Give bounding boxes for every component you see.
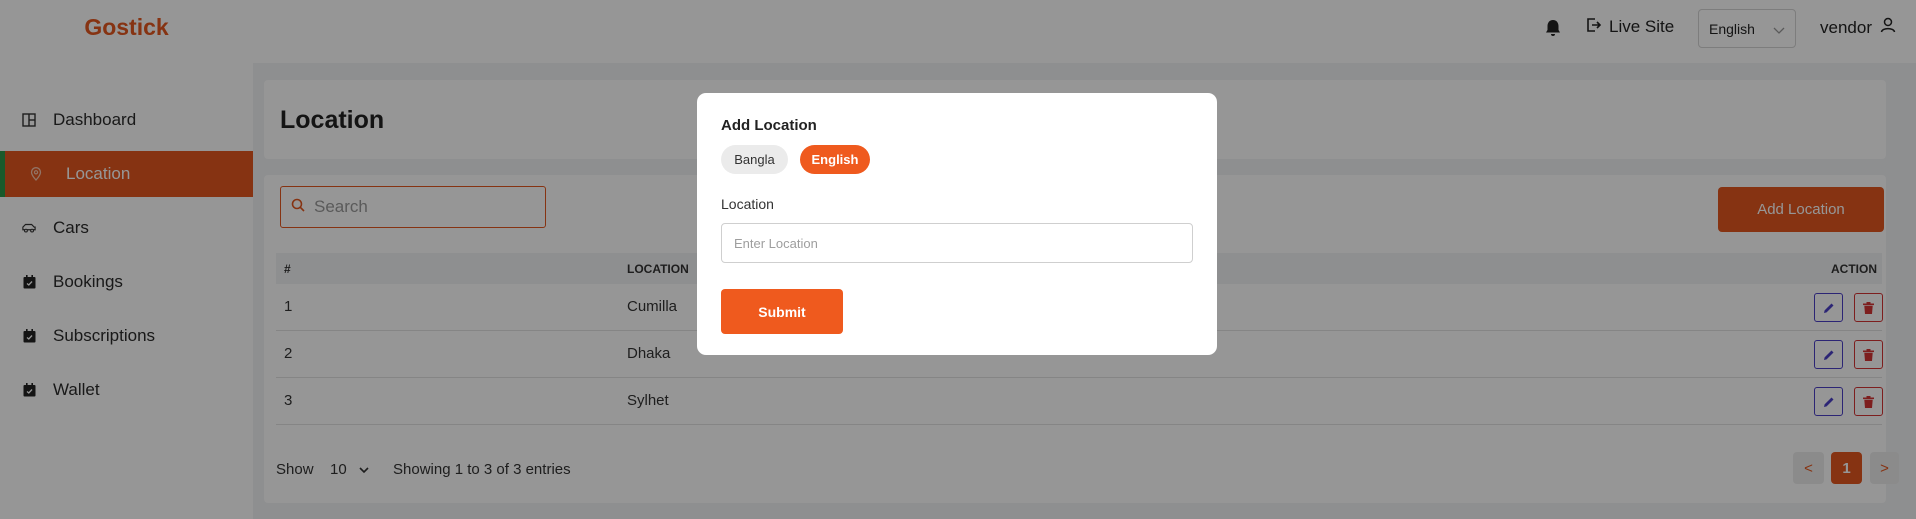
location-field[interactable] <box>721 223 1193 263</box>
modal-title: Add Location <box>721 117 817 134</box>
add-location-modal: Add Location Bangla English Location Sub… <box>697 93 1217 355</box>
location-field-label: Location <box>721 196 774 212</box>
tab-bangla[interactable]: Bangla <box>721 145 788 174</box>
tab-english[interactable]: English <box>800 145 870 174</box>
submit-button[interactable]: Submit <box>721 289 843 334</box>
